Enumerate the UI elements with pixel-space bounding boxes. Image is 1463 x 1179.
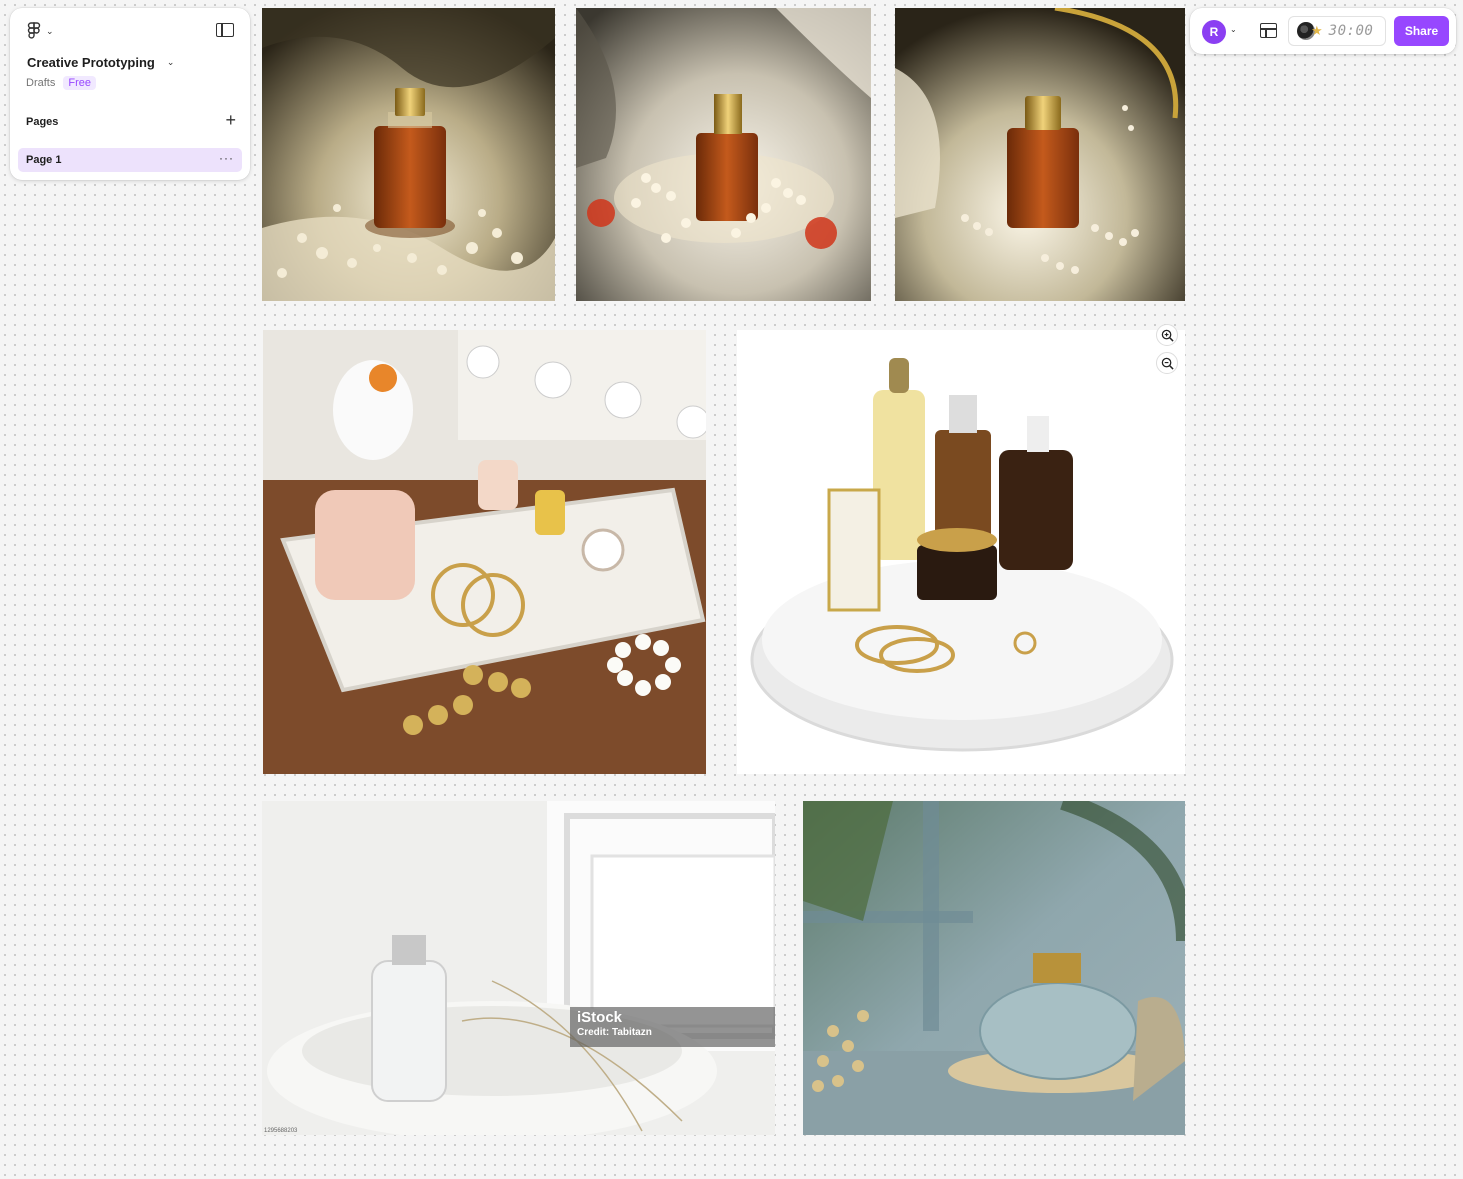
glass-bottle-image xyxy=(803,801,1185,1135)
watermark-brand: iStock xyxy=(577,1009,623,1026)
watermark-credit: Credit: Tabitazn xyxy=(577,1027,652,1038)
perfume-image xyxy=(576,8,871,301)
perfume-image xyxy=(895,8,1185,301)
canvas-image-glass-bottle[interactable] xyxy=(803,801,1185,1135)
canvas-image-round-tray[interactable] xyxy=(737,330,1185,774)
chevron-down-icon[interactable]: ⌄ xyxy=(1230,25,1237,34)
canvas-image-perfume-1[interactable] xyxy=(262,8,555,301)
file-location[interactable]: Drafts xyxy=(26,77,55,89)
page-item[interactable]: Page 1 ··· xyxy=(18,148,242,172)
zoom-in-button[interactable] xyxy=(1156,324,1178,346)
timer-widget[interactable]: ★ 30:00 xyxy=(1288,16,1386,46)
zoom-out-icon xyxy=(1161,357,1174,370)
canvas-image-perfume-2[interactable] xyxy=(576,8,871,301)
stock-watermark: iStock Credit: Tabitazn xyxy=(570,1007,775,1047)
chevron-down-icon: ⌄ xyxy=(166,57,175,67)
layout-icon[interactable] xyxy=(1260,23,1277,38)
canvas-image-perfume-3[interactable] xyxy=(895,8,1185,301)
perfume-image xyxy=(262,8,555,301)
top-right-toolbar: R ⌄ ★ 30:00 Share xyxy=(1190,8,1456,54)
chevron-down-icon: ⌄ xyxy=(46,25,54,36)
add-page-icon[interactable]: + xyxy=(225,111,236,129)
zoom-out-button[interactable] xyxy=(1156,352,1178,374)
file-title-dropdown[interactable]: Creative Prototyping ⌄ xyxy=(27,55,174,70)
stock-id: 1295688203 xyxy=(264,1128,298,1134)
canvas-image-clear-bottle[interactable]: iStock Credit: Tabitazn 1295688203 xyxy=(262,801,775,1135)
figma-logo-icon xyxy=(27,22,41,39)
zoom-in-icon xyxy=(1161,329,1174,342)
main-menu-button[interactable]: ⌄ xyxy=(26,22,54,40)
round-tray-image xyxy=(737,330,1185,774)
canvas-image-vanity-tray[interactable] xyxy=(263,330,706,774)
plan-badge: Free xyxy=(63,76,96,90)
file-title: Creative Prototyping xyxy=(27,55,155,70)
star-icon: ★ xyxy=(1311,23,1323,38)
timer-value: 30:00 xyxy=(1328,23,1374,39)
file-panel: ⌄ Creative Prototyping ⌄ Drafts Free Pag… xyxy=(10,8,250,180)
sidebar-toggle-icon[interactable] xyxy=(216,23,234,37)
page-item-label: Page 1 xyxy=(26,154,62,166)
clear-bottle-image xyxy=(262,801,775,1135)
pages-header: Pages xyxy=(26,116,59,128)
vanity-tray-image xyxy=(263,330,706,774)
more-options-icon[interactable]: ··· xyxy=(219,151,234,165)
share-button[interactable]: Share xyxy=(1394,16,1449,46)
file-meta: Drafts Free xyxy=(26,76,96,90)
avatar[interactable]: R xyxy=(1202,20,1226,44)
